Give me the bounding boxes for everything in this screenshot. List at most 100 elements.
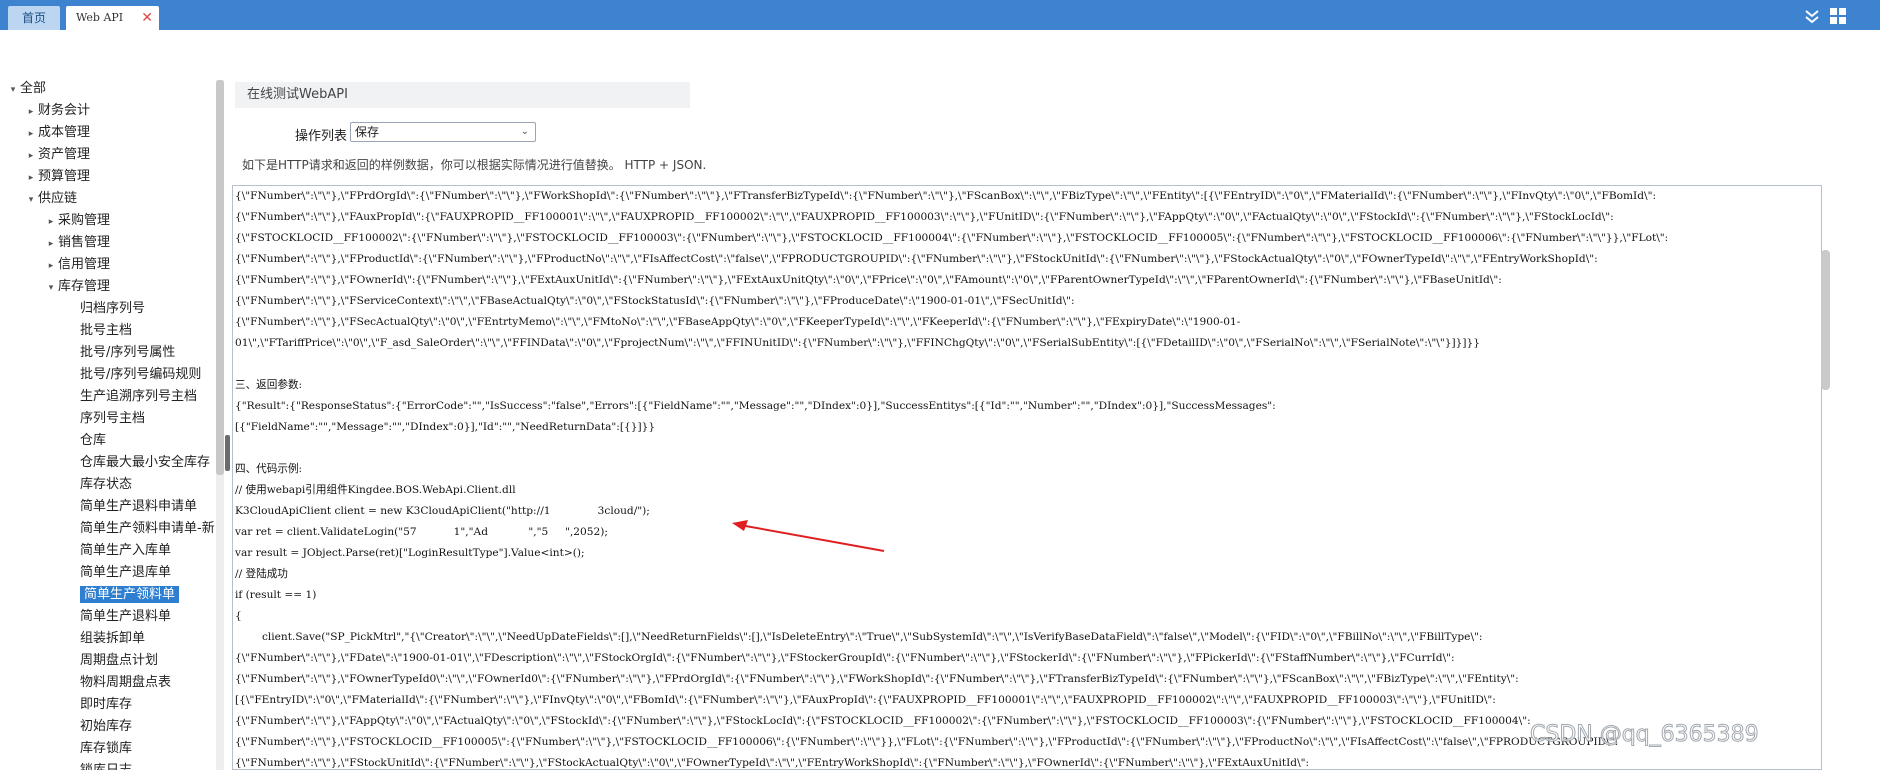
tree-item-label: 物料周期盘点表 — [80, 675, 172, 690]
code-line: // 使用webapi引用组件Kingdee.BOS.WebApi.Client… — [235, 484, 516, 496]
tree-item[interactable]: 组装拆卸单 — [66, 628, 145, 650]
collapsed-arrow-icon[interactable]: ▸ — [24, 101, 38, 123]
tree-item-label: 采购管理 — [58, 213, 111, 228]
tree-item[interactable]: ▾ 库存管理 — [44, 276, 110, 298]
tree-item-label: 简单生产退料申请单 — [80, 499, 198, 514]
grid-icon[interactable] — [1829, 7, 1847, 25]
expanded-arrow-icon[interactable]: ▾ — [24, 189, 38, 211]
tree-item[interactable]: 简单生产领料申请单-新 — [66, 518, 215, 540]
code-line: {\"FNumber\":\"\"},\"FOwnerTypeId0\":\"\… — [235, 673, 1519, 685]
tree-item-label: 销售管理 — [58, 235, 111, 250]
code-line: {\"FNumber\":\"\"},\"FAppQty\":\"0\",\"F… — [235, 715, 1531, 727]
tree-item[interactable]: 库存锁库 — [66, 738, 132, 760]
tree-item-label: 库存锁库 — [80, 741, 133, 756]
tree-scrollbar-thumb[interactable] — [216, 80, 224, 475]
code-line: [{"FieldName":"","Message":"","DIndex":0… — [235, 421, 656, 433]
tree-item-label: 锁库日志 — [80, 763, 132, 770]
tree-item[interactable]: ▸ 信用管理 — [44, 254, 110, 276]
tree-item-label: 预算管理 — [38, 169, 91, 184]
tree-item[interactable]: ▸ 成本管理 — [24, 122, 90, 144]
tree-item-label: 资产管理 — [38, 147, 91, 162]
collapsed-arrow-icon[interactable]: ▸ — [24, 145, 38, 167]
tree-item[interactable]: ▾ 全部 — [6, 78, 46, 100]
code-line: {\"FNumber\":\"\"},\"FAuxPropId\":{\"FAU… — [235, 211, 1614, 223]
tree-item[interactable]: 批号/序列号编码规则 — [66, 364, 201, 386]
tree-item[interactable]: 物料周期盘点表 — [66, 672, 171, 694]
tree-item[interactable]: 周期盘点计划 — [66, 650, 158, 672]
tree-item-label: 简单生产退料单 — [80, 609, 172, 624]
tree-item[interactable]: 归档序列号 — [66, 298, 145, 320]
tree-item[interactable]: 批号主档 — [66, 320, 132, 342]
tree-item-label: 供应链 — [38, 191, 78, 206]
tree-item[interactable]: 简单生产退库单 — [66, 562, 171, 584]
tree-item[interactable]: 仓库 — [66, 430, 106, 452]
tree-item[interactable]: 库存状态 — [66, 474, 132, 496]
tree-item[interactable]: 初始库存 — [66, 716, 132, 738]
code-line: var result = JObject.Parse(ret)["LoginRe… — [235, 547, 585, 559]
code-line: [{\"FEntryID\":\"0\",\"FMaterialId\":{\"… — [235, 694, 1496, 706]
close-icon[interactable]: ✕ — [141, 6, 153, 30]
code-line: {\"FNumber\":\"\"},\"FSecActualQty\":\"0… — [235, 316, 1241, 328]
tree-item[interactable]: 批号/序列号属性 — [66, 342, 175, 364]
tree-item-label: 成本管理 — [38, 125, 91, 140]
code-line: var ret = client.ValidateLogin("57 1","A… — [235, 526, 608, 538]
code-line: {\"FNumber\":\"\"},\"FSTOCKLOCID__FF1000… — [235, 736, 1619, 748]
tab-home[interactable]: 首页 — [8, 6, 60, 30]
code-line: K3CloudApiClient client = new K3CloudApi… — [235, 505, 650, 517]
chevron-down-icon: ⌄ — [520, 126, 529, 137]
tree-item-label: 简单生产退库单 — [80, 565, 172, 580]
code-line: {\"FNumber\":\"\"},\"FDate\":\"1900-01-0… — [235, 652, 1455, 664]
tree-item[interactable]: 序列号主档 — [66, 408, 145, 430]
tree-item-label: 生产追溯序列号主档 — [80, 389, 198, 404]
tree-item-label: 仓库最大最小安全库存 — [80, 455, 211, 470]
operation-list-label: 操作列表 — [295, 129, 348, 144]
tree-item[interactable]: 锁库日志 — [66, 760, 132, 770]
tree-item[interactable]: ▸ 财务会计 — [24, 100, 90, 122]
tree-item[interactable]: 简单生产领料单 — [66, 584, 180, 606]
collapsed-arrow-icon[interactable]: ▸ — [44, 211, 58, 233]
tree-item[interactable]: 简单生产入库单 — [66, 540, 171, 562]
tree-item[interactable]: 生产追溯序列号主档 — [66, 386, 197, 408]
panel-splitter-handle[interactable] — [225, 435, 230, 471]
tree-item-label: 初始库存 — [80, 719, 133, 734]
watermark: CSDN @qq_6365389 — [1530, 722, 1760, 748]
double-chevron-down-icon[interactable] — [1803, 7, 1821, 25]
collapsed-arrow-icon[interactable]: ▸ — [24, 123, 38, 145]
tree-item-label: 库存状态 — [80, 477, 133, 492]
tree-item-label: 批号主档 — [80, 323, 133, 338]
tree-item[interactable]: 简单生产退料单 — [66, 606, 171, 628]
code-line: {\"FNumber\":\"\"},\"FStockUnitId\":{\"F… — [235, 757, 1310, 769]
expanded-arrow-icon[interactable]: ▾ — [44, 277, 58, 299]
collapsed-arrow-icon[interactable]: ▸ — [44, 255, 58, 277]
code-scrollbar-thumb[interactable] — [1821, 250, 1830, 390]
code-line: {\"FNumber\":\"\"},\"FOwnerId\":{\"FNumb… — [235, 274, 1502, 286]
collapsed-arrow-icon[interactable]: ▸ — [44, 233, 58, 255]
code-line: 三、返回参数: — [235, 379, 303, 391]
tree-item-label: 周期盘点计划 — [80, 653, 159, 668]
tab-webapi[interactable]: Web API ✕ — [66, 6, 159, 30]
code-line: 01\",\"FTariffPrice\":\"0\",\"F_asd_Sale… — [235, 337, 1480, 349]
tree-item-label: 简单生产入库单 — [80, 543, 172, 558]
tree-item[interactable]: 即时库存 — [66, 694, 132, 716]
tree-item[interactable]: ▸ 销售管理 — [44, 232, 110, 254]
tree-item[interactable]: ▾ 供应链 — [24, 188, 77, 210]
module-tree: ▾ 全部 ▸ 财务会计 ▸ 成本管理 ▸ 资产管理 ▸ 预算管理 ▾ 供应链 ▸ 采购管理 ▸ 销售管理 ▸ 信用… — [0, 78, 225, 770]
hint-text: 如下是HTTP请求和返回的样例数据，你可以根据实际情况进行值替换。 HTTP +… — [242, 158, 707, 172]
tree-item[interactable]: ▸ 预算管理 — [24, 166, 90, 188]
tree-item[interactable]: 简单生产退料申请单 — [66, 496, 197, 518]
code-line: {\"FNumber\":\"\"},\"FPrdOrgId\":{\"FNum… — [235, 190, 1657, 202]
tree-item-label: 库存管理 — [58, 279, 111, 294]
tree-item[interactable]: 仓库最大最小安全库存 — [66, 452, 210, 474]
expanded-arrow-icon[interactable]: ▾ — [6, 79, 20, 101]
panel-title: 在线测试WebAPI — [235, 82, 690, 108]
code-line: 四、代码示例: — [235, 463, 303, 475]
operation-select[interactable]: 保存 ⌄ — [350, 122, 536, 142]
tree-item-label: 序列号主档 — [80, 411, 146, 426]
tree-item[interactable]: ▸ 采购管理 — [44, 210, 110, 232]
tree-item-label: 即时库存 — [80, 697, 133, 712]
tree-item-label: 组装拆卸单 — [80, 631, 146, 646]
code-line: {\"FNumber\":\"\"},\"FServiceContext\":\… — [235, 295, 1075, 307]
sample-code-textarea[interactable]: {\"FNumber\":\"\"},\"FPrdOrgId\":{\"FNum… — [232, 185, 1822, 770]
tree-item[interactable]: ▸ 资产管理 — [24, 144, 90, 166]
collapsed-arrow-icon[interactable]: ▸ — [24, 167, 38, 189]
